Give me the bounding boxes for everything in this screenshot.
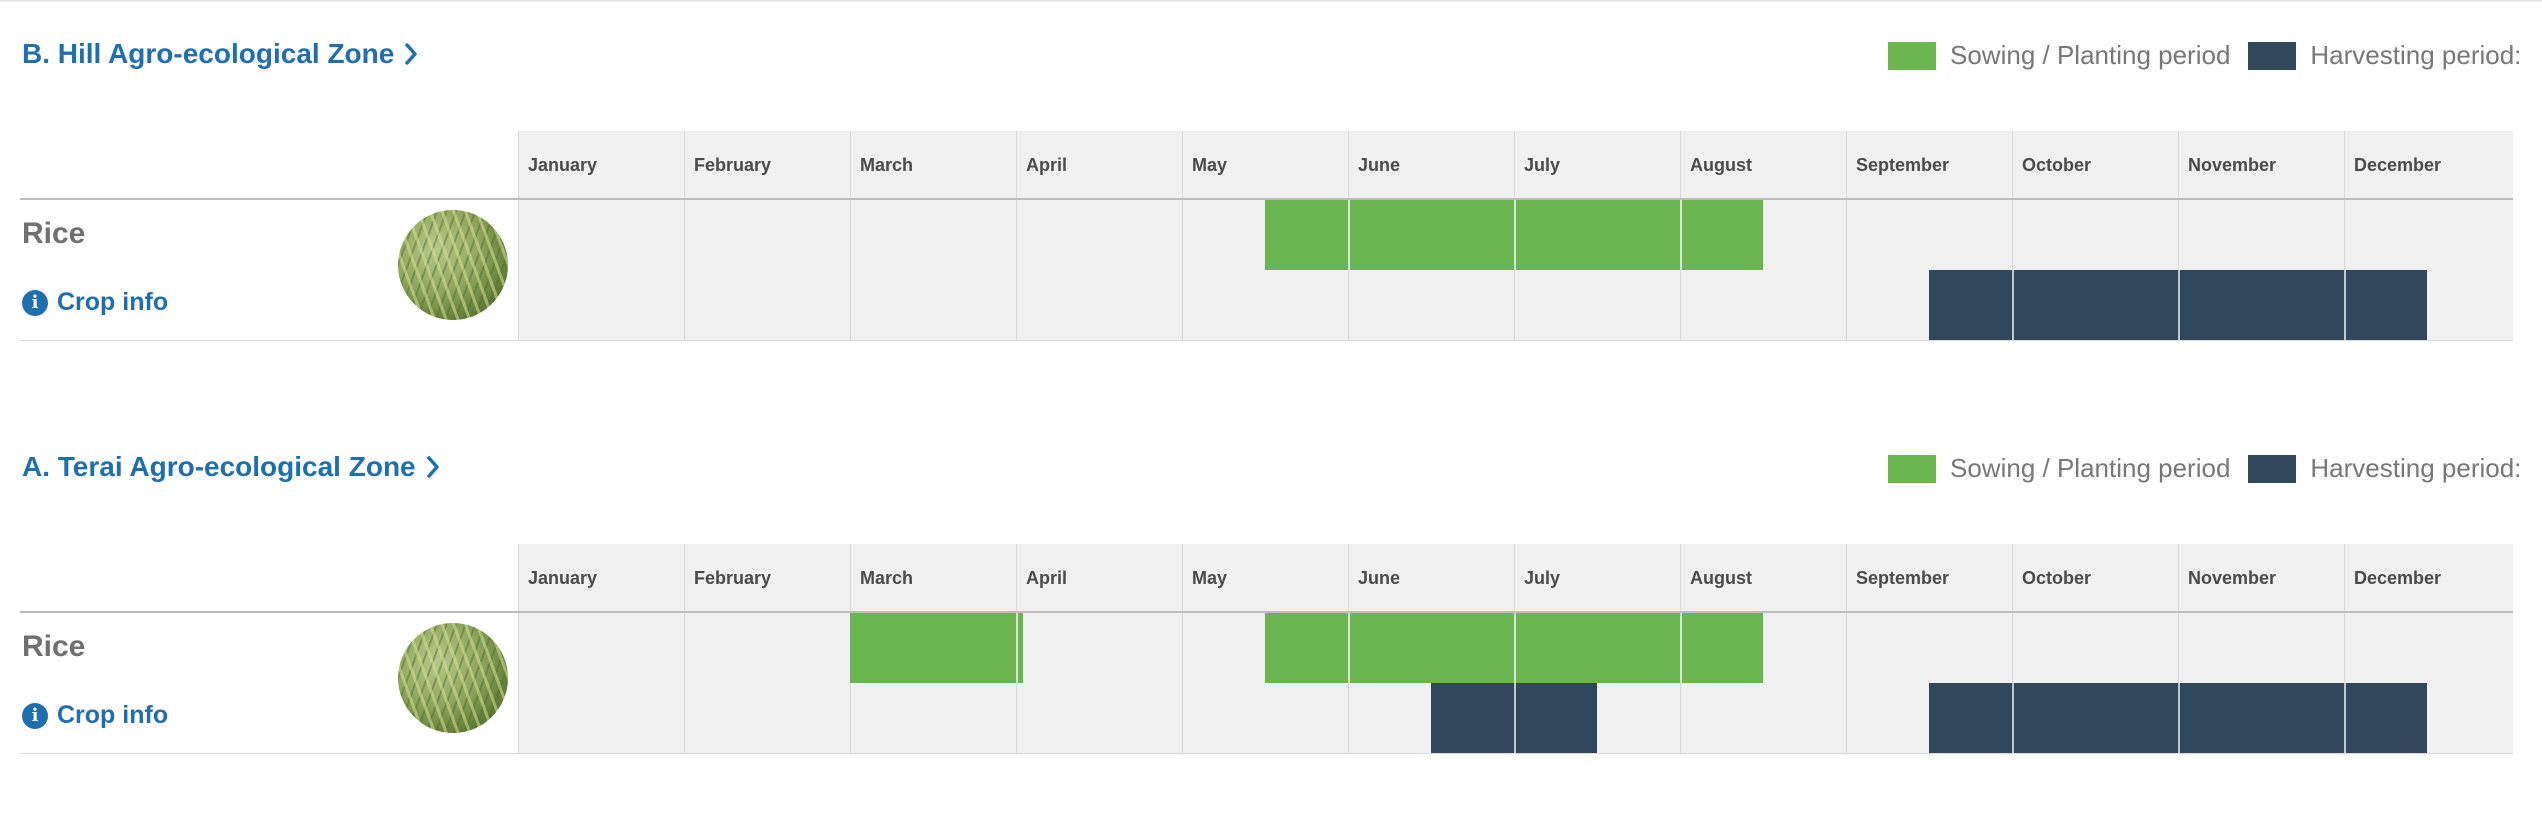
legend: Sowing / Planting period Harvesting peri… bbox=[1888, 40, 2539, 71]
crop-info-link[interactable]: i Crop info bbox=[22, 288, 168, 317]
crop-info-link[interactable]: i Crop info bbox=[22, 701, 168, 730]
month-header: June bbox=[1348, 131, 1514, 199]
month-header: May bbox=[1182, 131, 1348, 199]
month-header: February bbox=[684, 544, 850, 612]
crop-image bbox=[398, 623, 508, 733]
harvesting-swatch bbox=[2248, 454, 2297, 483]
legend-harvesting-label: Harvesting period: bbox=[2310, 453, 2522, 483]
month-header: November bbox=[2178, 544, 2344, 612]
zone-title-text: A. Terai Agro-ecological Zone bbox=[22, 451, 416, 482]
month-header: April bbox=[1016, 544, 1182, 612]
zone-section-terai: A. Terai Agro-ecological Zone Sowing / P… bbox=[0, 413, 2542, 823]
bar-month-divider bbox=[2344, 270, 2346, 340]
month-gridline bbox=[1846, 613, 1847, 753]
calendar-header: January February March April May June Ju… bbox=[518, 544, 2513, 612]
month-header: August bbox=[1680, 544, 1846, 612]
harvesting-swatch bbox=[2248, 41, 2297, 70]
month-header: January bbox=[518, 131, 684, 199]
crop-info-label: Crop info bbox=[57, 701, 169, 729]
chevron-right-icon bbox=[426, 456, 439, 478]
bar-month-divider bbox=[2012, 270, 2014, 340]
calendar-header: January February March April May June Ju… bbox=[518, 131, 2513, 199]
month-header: May bbox=[1182, 544, 1348, 612]
bar-month-divider bbox=[2012, 683, 2014, 753]
info-icon: i bbox=[22, 289, 48, 316]
month-header: October bbox=[2012, 544, 2178, 612]
bar-month-divider bbox=[1514, 613, 1516, 683]
bar-month-divider bbox=[2178, 683, 2180, 753]
month-header: July bbox=[1514, 544, 1680, 612]
zone-title-link[interactable]: A. Terai Agro-ecological Zone bbox=[22, 451, 440, 483]
bar-month-divider bbox=[1680, 613, 1682, 683]
month-gridline bbox=[1182, 200, 1183, 340]
legend-sowing-label: Sowing / Planting period bbox=[1950, 40, 2231, 70]
row-divider bbox=[20, 340, 2513, 341]
month-header: March bbox=[850, 544, 1016, 612]
month-header: December bbox=[2344, 131, 2513, 199]
crop-name: Rice bbox=[22, 217, 86, 250]
crop-image bbox=[398, 210, 508, 320]
month-gridline bbox=[1016, 200, 1017, 340]
month-gridline bbox=[1182, 613, 1183, 753]
month-header: January bbox=[518, 544, 684, 612]
month-header: December bbox=[2344, 544, 2513, 612]
row-divider bbox=[20, 753, 2513, 754]
bar-month-divider bbox=[1514, 683, 1516, 753]
zone-title-text: B. Hill Agro-ecological Zone bbox=[22, 38, 395, 69]
bar-month-divider bbox=[2178, 270, 2180, 340]
bar-month-divider bbox=[1514, 200, 1516, 270]
crop-info-label: Crop info bbox=[57, 288, 169, 316]
bar-month-divider bbox=[1680, 200, 1682, 270]
zone-section-hill: B. Hill Agro-ecological Zone Sowing / Pl… bbox=[0, 0, 2542, 413]
month-header: October bbox=[2012, 131, 2178, 199]
month-header: July bbox=[1514, 131, 1680, 199]
month-gridline bbox=[1846, 200, 1847, 340]
month-header: February bbox=[684, 131, 850, 199]
month-header: September bbox=[1846, 131, 2012, 199]
month-header: August bbox=[1680, 131, 1846, 199]
chevron-right-icon bbox=[405, 43, 418, 65]
sowing-swatch bbox=[1888, 454, 1936, 483]
sowing-bar bbox=[850, 613, 1023, 683]
month-header: November bbox=[2178, 131, 2344, 199]
month-header: June bbox=[1348, 544, 1514, 612]
month-gridline bbox=[684, 200, 685, 340]
month-header: March bbox=[850, 131, 1016, 199]
bar-month-divider bbox=[1348, 200, 1350, 270]
bar-month-divider bbox=[2344, 683, 2346, 753]
legend-sowing-label: Sowing / Planting period bbox=[1950, 453, 2231, 483]
zone-title-link[interactable]: B. Hill Agro-ecological Zone bbox=[22, 38, 418, 70]
month-gridline bbox=[518, 613, 519, 753]
crop-name: Rice bbox=[22, 630, 86, 663]
bar-month-divider bbox=[1016, 613, 1018, 683]
info-icon: i bbox=[22, 702, 48, 729]
bar-month-divider bbox=[1348, 613, 1350, 683]
legend: Sowing / Planting period Harvesting peri… bbox=[1888, 453, 2539, 484]
month-gridline bbox=[518, 200, 519, 340]
month-gridline bbox=[850, 200, 851, 340]
month-gridline bbox=[684, 613, 685, 753]
sowing-swatch bbox=[1888, 41, 1936, 70]
month-header: September bbox=[1846, 544, 2012, 612]
legend-harvesting-label: Harvesting period: bbox=[2310, 40, 2522, 70]
month-header: April bbox=[1016, 131, 1182, 199]
